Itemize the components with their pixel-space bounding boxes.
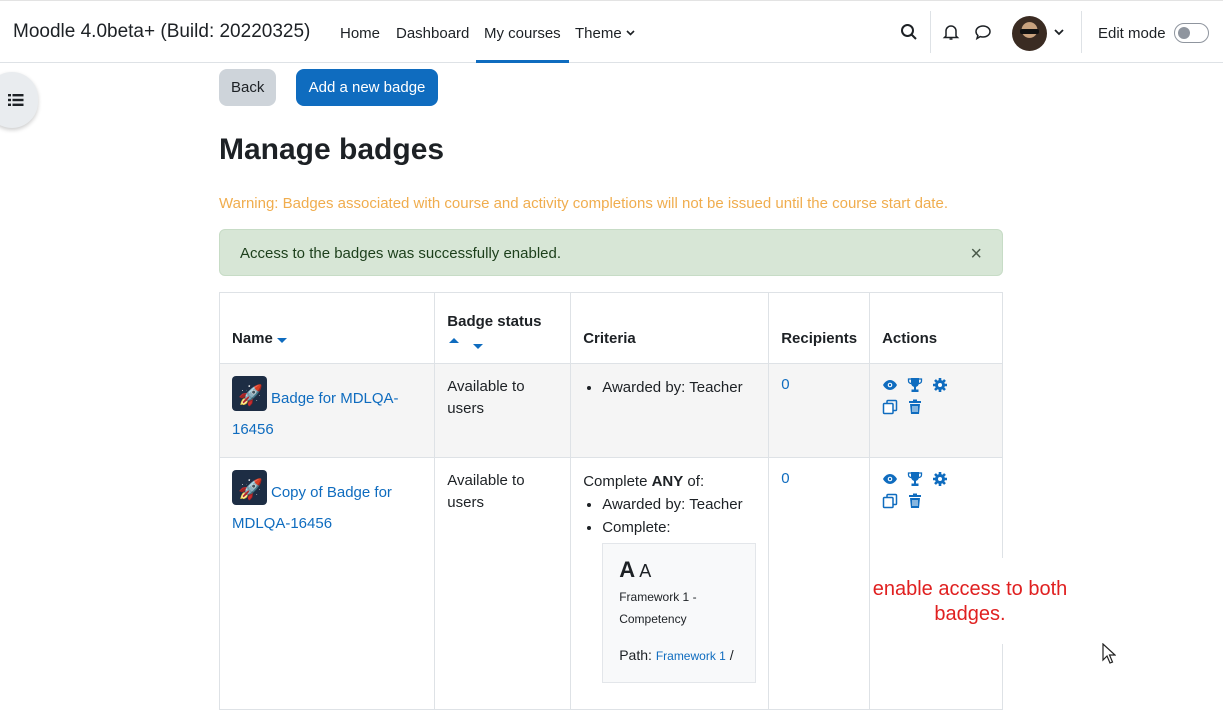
badge-name-link[interactable]: Copy of Badge for MDLQA-16456 — [232, 470, 392, 532]
recipients-link[interactable]: 0 — [781, 470, 789, 487]
badge-status-text: Available to users — [447, 472, 525, 511]
rocket-badge-icon — [232, 470, 267, 505]
badge-name-cell: Copy of Badge for MDLQA-16456 — [218, 457, 436, 710]
edit-mode-label: Edit mode — [1098, 25, 1166, 42]
badge-name-link[interactable]: Badge for MDLQA-16456 — [232, 376, 399, 438]
recipients-cell: 0 — [768, 457, 871, 710]
criteria-item: Complete: A A Framework 1 - Competency P… — [602, 516, 757, 683]
copy-icon[interactable] — [882, 493, 898, 509]
nav-home[interactable]: Home — [340, 25, 380, 42]
column-header-criteria: Criteria — [570, 292, 770, 364]
criteria-list: Awarded by: Teacher — [583, 376, 756, 399]
toggle-knob — [1178, 27, 1190, 39]
table-header-row: Name Badge status Criteria Recipients Ac… — [218, 292, 1003, 364]
page-title: Manage badges — [219, 133, 445, 166]
trophy-icon[interactable] — [907, 377, 923, 393]
competency-card: A A Framework 1 - Competency Path: Frame… — [602, 543, 757, 683]
nav-divider — [1081, 11, 1082, 53]
search-icon[interactable] — [900, 23, 918, 41]
badge-status-cell: Available to users — [434, 457, 572, 710]
edit-mode-toggle[interactable] — [1174, 23, 1209, 43]
criteria-item: Awarded by: Teacher — [602, 493, 756, 516]
criteria-intro-prefix: Complete — [583, 473, 652, 490]
recipients-cell: 0 — [768, 363, 871, 458]
badge-criteria-cell: Awarded by: Teacher — [570, 363, 770, 458]
criteria-intro-suffix: of: — [683, 473, 705, 490]
competency-letter-big: A — [619, 557, 636, 582]
recipients-link[interactable]: 0 — [781, 376, 789, 393]
path-separator: / — [725, 647, 734, 663]
badge-status-cell: Available to users — [434, 363, 572, 458]
competency-path: Path: Framework 1 / — [619, 644, 739, 668]
criteria-item-label: Complete: — [602, 519, 671, 536]
eye-icon[interactable] — [882, 471, 898, 487]
mouse-cursor-icon — [1102, 643, 1116, 664]
path-label: Path: — [619, 647, 656, 663]
badges-table: Name Badge status Criteria Recipients Ac… — [218, 292, 1003, 710]
rocket-badge-icon — [232, 376, 267, 411]
sort-asc-icon[interactable] — [449, 338, 460, 343]
column-header-actions: Actions — [869, 292, 1003, 364]
nav-my-courses[interactable]: My courses — [476, 25, 569, 63]
trophy-icon[interactable] — [907, 471, 923, 487]
criteria-intro-bold: ANY — [651, 473, 684, 490]
column-header-recipients: Recipients — [768, 292, 871, 364]
trash-icon[interactable] — [907, 399, 923, 415]
success-alert: Access to the badges was successfully en… — [219, 229, 1003, 276]
alert-message: Access to the badges was successfully en… — [240, 245, 562, 262]
nav-theme[interactable]: Theme — [575, 25, 635, 42]
course-index-toggle[interactable] — [0, 72, 38, 128]
list-icon — [8, 94, 24, 106]
nav-my-courses-label: My courses — [484, 25, 561, 42]
bell-icon[interactable] — [942, 23, 960, 41]
column-header-status[interactable]: Badge status — [434, 292, 572, 364]
column-header-name[interactable]: Name — [218, 292, 436, 364]
sort-desc-icon[interactable] — [473, 344, 484, 349]
badge-status-text: Available to users — [447, 378, 525, 417]
close-icon[interactable]: × — [970, 243, 982, 266]
chat-icon[interactable] — [974, 23, 992, 41]
criteria-list: Awarded by: Teacher Complete: A A Framew… — [583, 493, 757, 683]
chevron-down-icon[interactable] — [1053, 26, 1065, 38]
add-badge-button[interactable]: Add a new badge — [296, 69, 438, 106]
annotation-note: enable access to both badges. — [870, 558, 1070, 644]
trash-icon[interactable] — [907, 493, 923, 509]
eye-icon[interactable] — [882, 377, 898, 393]
top-navbar: Moodle 4.0beta+ (Build: 20220325) Home D… — [0, 0, 1223, 63]
framework-link[interactable]: Framework 1 — [656, 649, 726, 663]
nav-divider — [930, 11, 931, 53]
actions-cell — [869, 363, 1003, 458]
competency-shortname: A A — [619, 558, 739, 584]
copy-icon[interactable] — [882, 399, 898, 415]
header-name-label: Name — [232, 330, 273, 347]
avatar-glasses — [1020, 29, 1039, 34]
table-row: Badge for MDLQA-16456 Available to users… — [218, 363, 1003, 458]
criteria-intro: Complete ANY of: — [583, 470, 756, 493]
site-name[interactable]: Moodle 4.0beta+ (Build: 20220325) — [13, 21, 310, 43]
nav-theme-label: Theme — [575, 25, 622, 42]
badge-criteria-cell: Complete ANY of: Awarded by: Teacher Com… — [570, 457, 770, 710]
badge-name-cell: Badge for MDLQA-16456 — [218, 363, 436, 458]
competency-letter-small: A — [639, 561, 652, 581]
gear-icon[interactable] — [932, 377, 948, 393]
criteria-item: Awarded by: Teacher — [602, 376, 756, 399]
warning-text: Warning: Badges associated with course a… — [219, 195, 948, 212]
header-status-label: Badge status — [447, 313, 542, 330]
competency-framework: Framework 1 - Competency — [619, 590, 697, 626]
nav-dashboard[interactable]: Dashboard — [396, 25, 469, 42]
chevron-down-icon — [626, 30, 635, 36]
avatar[interactable] — [1012, 16, 1047, 51]
sort-desc-icon[interactable] — [276, 338, 287, 343]
back-button[interactable]: Back — [219, 69, 276, 106]
gear-icon[interactable] — [932, 471, 948, 487]
